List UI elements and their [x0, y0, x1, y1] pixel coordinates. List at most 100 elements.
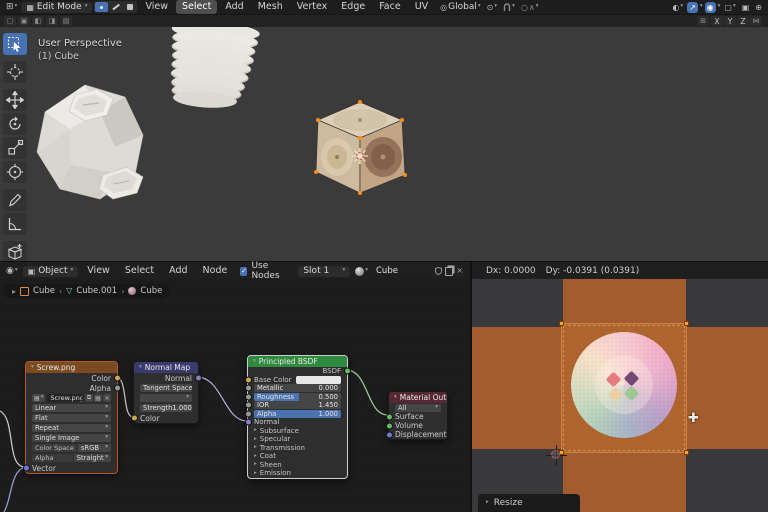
resize-operator-panel[interactable]: ▸ Resize — [478, 494, 580, 512]
principled-bsdf-node[interactable]: ▾ Principled BSDF BSDF Base Color Metall… — [247, 355, 348, 479]
shading-solid-button[interactable]: ▣ — [740, 2, 752, 13]
fake-user-shield-icon[interactable] — [435, 267, 442, 275]
strength-slider[interactable]: Strength1.000 — [140, 404, 192, 412]
uv-map-dropdown[interactable]: ▾ — [140, 394, 192, 402]
edge-select-button[interactable] — [109, 2, 122, 12]
extension-dropdown[interactable]: Repeat▾ — [32, 424, 111, 432]
3d-viewport[interactable]: User Perspective (1) Cube — [0, 27, 768, 261]
normal-output-socket[interactable] — [195, 375, 202, 382]
volume-input-socket[interactable] — [386, 422, 393, 429]
mode-dropdown[interactable]: ▦ Edit Mode ▾ — [21, 2, 92, 13]
menu-view[interactable]: View — [139, 0, 174, 14]
color-space-dropdown[interactable]: sRGB▾ — [78, 444, 111, 452]
bsdf-output-socket[interactable] — [344, 368, 351, 375]
xray-toggle[interactable]: ▢ ▾ — [722, 2, 737, 13]
base-color-swatch[interactable] — [296, 376, 341, 384]
mirror-y-toggle[interactable]: Y — [724, 16, 736, 26]
menu-add[interactable]: Add — [219, 0, 249, 14]
menu-edge[interactable]: Edge — [335, 0, 371, 14]
mirror-x-toggle[interactable]: X — [711, 16, 723, 26]
section-transmission[interactable]: ▸Transmission — [248, 444, 347, 453]
transform-options-icon[interactable]: ⊞ — [697, 16, 709, 26]
show-overlays-toggle[interactable]: ◉ — [705, 2, 716, 13]
tool-settings-button[interactable]: ▢ — [4, 16, 16, 26]
uv-vertex-handle[interactable] — [684, 450, 689, 455]
menu-view[interactable]: View — [81, 264, 116, 278]
cursor-tool[interactable] — [3, 61, 27, 83]
collapse-icon[interactable]: ▾ — [31, 365, 34, 371]
transform-tool[interactable] — [3, 161, 27, 183]
section-coat[interactable]: ▸Coat — [248, 452, 347, 461]
breadcrumb-mesh[interactable]: Cube.001 — [76, 286, 117, 296]
source-dropdown[interactable]: Single Image▾ — [32, 434, 111, 442]
color-input-socket[interactable] — [131, 415, 138, 422]
slot-dropdown[interactable]: Slot 1 ▾ — [298, 266, 350, 277]
rotate-tool[interactable] — [3, 113, 27, 135]
material-name-field[interactable]: Cube × — [373, 265, 466, 277]
normal-map-node[interactable]: ▾ Normal Map Normal Tangent Space▾ ▾ Str… — [133, 361, 199, 424]
roughness-input-socket[interactable] — [245, 393, 252, 400]
show-gizmo-toggle[interactable]: ↗ — [687, 2, 698, 13]
editor-type-button[interactable]: ◉ ▾ — [4, 266, 20, 277]
uv-vertex-handle[interactable] — [684, 321, 689, 326]
breadcrumb-material[interactable]: Cube — [140, 286, 162, 296]
projection-dropdown[interactable]: Flat▾ — [32, 414, 111, 422]
mirror-z-toggle[interactable]: Z — [737, 16, 749, 26]
alpha-mode-dropdown[interactable]: Straight▾ — [74, 454, 111, 462]
alpha-input-socket[interactable] — [245, 410, 252, 417]
shader-node-editor[interactable]: ▸ Cube › ▽ Cube.001 › Cube ▾ Screw.png C… — [0, 279, 470, 512]
editor-type-button[interactable]: ⊞ ▾ — [4, 2, 19, 13]
ior-input-socket[interactable] — [245, 402, 252, 409]
unlink-close-icon[interactable]: × — [456, 267, 463, 275]
snap-toggle[interactable]: ▾ — [501, 2, 517, 13]
visibility-dropdown[interactable]: ◐ ▾ — [670, 2, 685, 13]
material-browse-dropdown[interactable]: ▾ — [353, 266, 370, 277]
uv-selection-face[interactable] — [561, 323, 687, 453]
base-color-input-socket[interactable] — [245, 376, 252, 383]
uv-vertex-handle[interactable] — [559, 321, 564, 326]
open-image-icon[interactable]: ▤ — [94, 394, 102, 402]
image-browse-button[interactable]: ▤▾ — [32, 394, 45, 402]
unlink-image-icon[interactable]: × — [103, 394, 111, 402]
menu-node[interactable]: Node — [197, 264, 234, 278]
cube-object[interactable] — [306, 96, 414, 202]
vector-input-socket[interactable] — [23, 465, 30, 472]
breadcrumb-object[interactable]: Cube — [33, 286, 55, 296]
tool-settings-button[interactable]: ◧ — [32, 16, 44, 26]
menu-face[interactable]: Face — [373, 0, 406, 14]
metallic-input-socket[interactable] — [245, 385, 252, 392]
section-sheen[interactable]: ▸Sheen — [248, 461, 347, 470]
alpha-output-socket[interactable] — [114, 385, 121, 392]
material-output-node[interactable]: ▾ Material Output All▾ Surface Volume Di… — [388, 391, 448, 440]
shading-material-button[interactable]: ⊕ — [753, 2, 764, 13]
annotate-tool[interactable] — [3, 189, 27, 211]
surface-input-socket[interactable] — [386, 413, 393, 420]
proportional-editing-toggle[interactable]: ○ ∧ ▾ — [519, 2, 541, 13]
tool-settings-button[interactable]: ◨ — [46, 16, 58, 26]
menu-select[interactable]: Select — [119, 264, 160, 278]
measure-tool[interactable] — [3, 213, 27, 235]
copy-image-icon[interactable]: ⧉ — [85, 394, 93, 402]
menu-add[interactable]: Add — [163, 264, 193, 278]
vertex-select-button[interactable] — [95, 2, 108, 12]
shader-type-dropdown[interactable]: ▣ Object ▾ — [23, 266, 79, 277]
pivot-dropdown[interactable]: ⊙ ▾ — [485, 2, 499, 13]
select-box-tool[interactable] — [3, 33, 27, 55]
ior-slider[interactable]: IOR1.450 — [254, 401, 341, 409]
screw-object[interactable] — [162, 27, 264, 122]
collapse-icon[interactable]: ▾ — [394, 395, 397, 401]
menu-vertex[interactable]: Vertex — [291, 0, 334, 14]
collapse-icon[interactable]: ▾ — [139, 365, 142, 371]
add-cube-tool[interactable] — [3, 241, 27, 261]
metallic-slider[interactable]: Metallic0.000 — [254, 384, 341, 392]
section-specular[interactable]: ▸Specular — [248, 435, 347, 444]
space-dropdown[interactable]: Tangent Space▾ — [140, 384, 192, 392]
menu-select[interactable]: Select — [176, 0, 217, 14]
alpha-slider[interactable]: Alpha1.000 — [254, 410, 341, 418]
image-texture-node[interactable]: ▾ Screw.png Color Alpha ▤▾ Screw.png ⧉ ▤… — [25, 361, 118, 474]
scale-tool[interactable] — [3, 137, 27, 159]
orientation-dropdown[interactable]: ◎ Global ▾ — [438, 2, 482, 13]
image-name-field[interactable]: Screw.png — [47, 394, 82, 402]
displacement-input-socket[interactable] — [386, 431, 393, 438]
move-tool[interactable] — [3, 89, 27, 111]
